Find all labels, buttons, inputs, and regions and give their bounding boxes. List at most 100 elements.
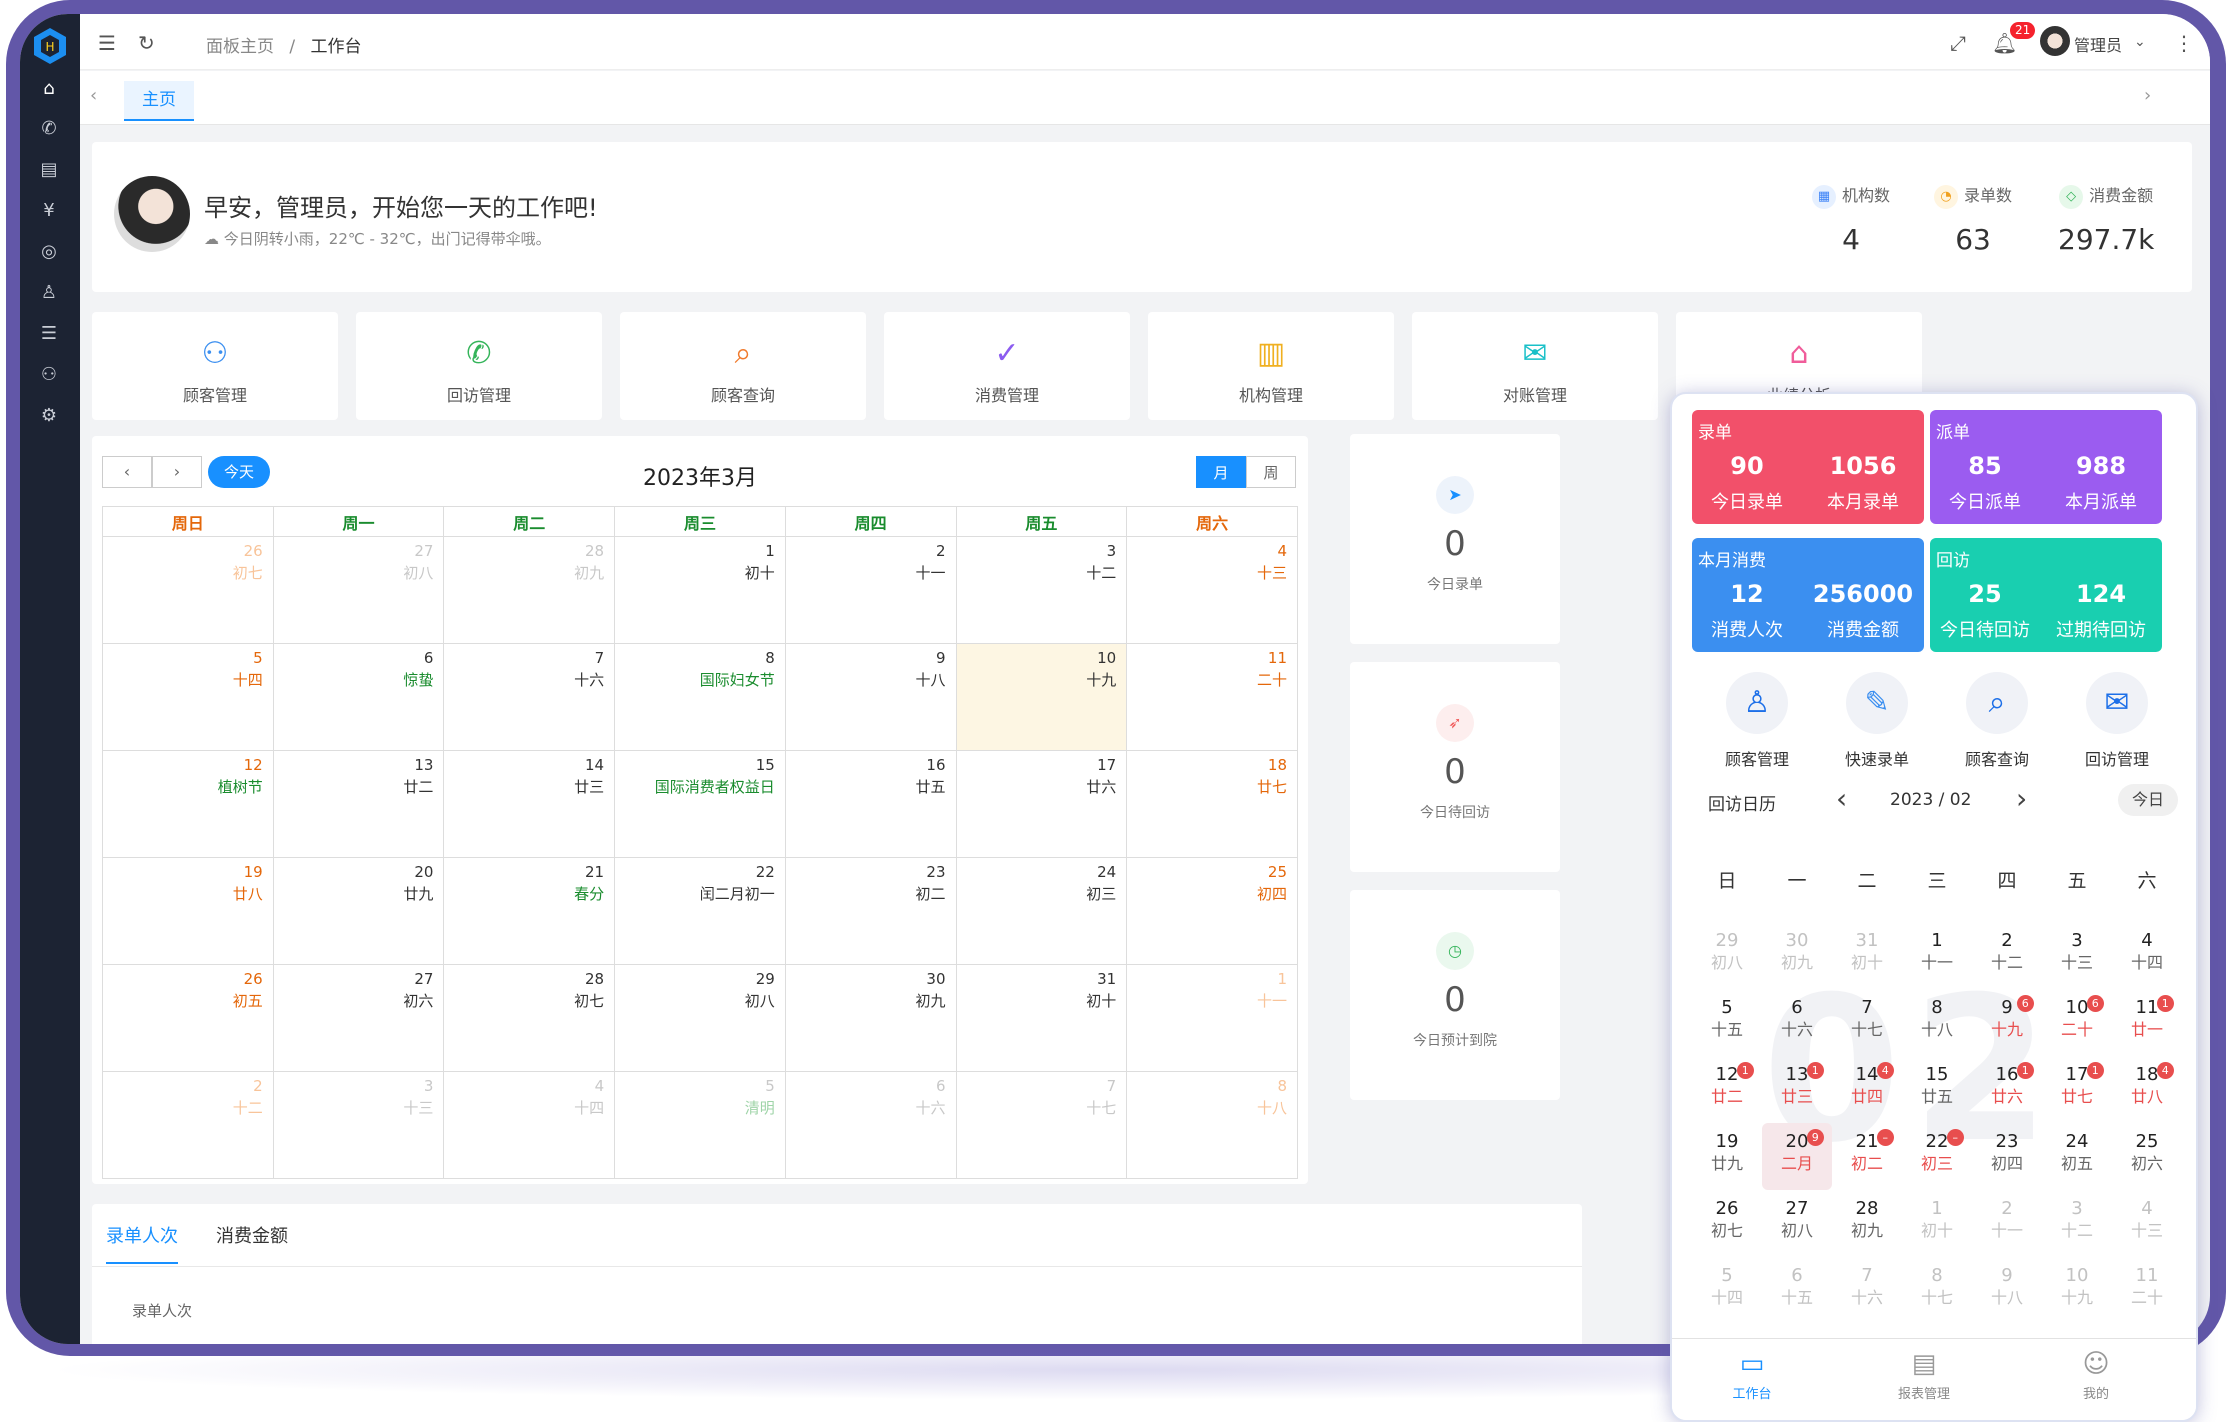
calendar-day-cell[interactable]: 12 植树节 bbox=[102, 750, 274, 858]
calendar-day-cell[interactable]: 19 廿八 bbox=[102, 857, 274, 965]
calendar-day-cell[interactable]: 4 十三 bbox=[1126, 536, 1298, 644]
calendar-day[interactable]: 1 初十 bbox=[1902, 1190, 1972, 1257]
calendar-day[interactable]: 8 十七 bbox=[1902, 1257, 1972, 1324]
calendar-day[interactable]: 5 十四 bbox=[1692, 1257, 1762, 1324]
calendar-day-cell[interactable]: 7 十六 bbox=[443, 643, 616, 751]
quick-org-mgmt[interactable]: ▥ 机构管理 bbox=[1148, 312, 1394, 420]
more-vertical-icon[interactable]: ⋮ bbox=[2174, 31, 2194, 55]
nav-mine[interactable]: ☺ 我的 bbox=[2036, 1349, 2156, 1402]
calendar-day-cell[interactable]: 23 初二 bbox=[784, 857, 957, 965]
fullscreen-icon[interactable]: ⤢ bbox=[1950, 31, 1966, 55]
calendar-day-cell[interactable]: 7 十七 bbox=[955, 1071, 1128, 1179]
quick-reconcile-mgmt[interactable]: ✉ 对账管理 bbox=[1412, 312, 1658, 420]
calendar-day[interactable]: 18 廿八 4 bbox=[2112, 1056, 2182, 1123]
calendar-day-cell[interactable]: 16 廿五 bbox=[784, 750, 957, 858]
quick-customer-search[interactable]: ⌕ 顾客查询 bbox=[620, 312, 866, 420]
calendar-day[interactable]: 8 十八 bbox=[1902, 989, 1972, 1056]
chevron-down-icon[interactable]: ⌄ bbox=[2134, 34, 2146, 50]
calendar-day-cell[interactable]: 2 十二 bbox=[102, 1071, 274, 1179]
calendar-day-cell[interactable]: 3 十三 bbox=[272, 1071, 445, 1179]
calendar-day-cell[interactable]: 2 十一 bbox=[784, 536, 957, 644]
calendar-day-cell[interactable]: 22 闰二月初一 bbox=[614, 857, 786, 965]
stat-tile[interactable]: 回访 25 124 今日待回访 过期待回访 bbox=[1930, 538, 2162, 652]
calendar-day-cell[interactable]: 4 十四 bbox=[443, 1071, 616, 1179]
refresh-icon[interactable]: ↻ bbox=[138, 31, 155, 55]
quick-visit-mgmt[interactable]: ✆ 回访管理 bbox=[356, 312, 602, 420]
calendar-day-cell[interactable]: 6 惊蛰 bbox=[272, 643, 445, 751]
settings-icon[interactable]: ⚙ bbox=[38, 405, 60, 427]
calendar-day-cell[interactable]: 27 初八 bbox=[272, 536, 445, 644]
calendar-day-cell[interactable]: 13 廿二 bbox=[272, 750, 445, 858]
user-avatar[interactable] bbox=[2040, 26, 2070, 56]
tab-order-count[interactable]: 录单人次 bbox=[106, 1222, 178, 1264]
view-month-button[interactable]: 月 bbox=[1196, 456, 1246, 488]
tab-consume-amount[interactable]: 消费金额 bbox=[216, 1222, 288, 1248]
calendar-day-cell[interactable]: 30 初九 bbox=[784, 964, 957, 1072]
calendar-day[interactable]: 29 初八 bbox=[1692, 922, 1762, 989]
calendar-day[interactable]: 20 二月 9 bbox=[1762, 1123, 1832, 1190]
mobile-quick-item[interactable]: ✉ 回访管理 bbox=[2062, 672, 2172, 770]
tab-home[interactable]: 主页 bbox=[124, 81, 194, 121]
calendar-day[interactable]: 7 十七 bbox=[1832, 989, 1902, 1056]
mobile-quick-item[interactable]: ✎ 快速录单 bbox=[1822, 672, 1932, 770]
calendar-day[interactable]: 31 初十 bbox=[1832, 922, 1902, 989]
calendar-day[interactable]: 13 廿三 1 bbox=[1762, 1056, 1832, 1123]
calendar-day[interactable]: 24 初五 bbox=[2042, 1123, 2112, 1190]
calendar-day[interactable]: 28 初九 bbox=[1832, 1190, 1902, 1257]
tabs-left-arrow-icon[interactable]: ‹ bbox=[90, 85, 97, 106]
calendar-day-cell[interactable]: 3 十二 bbox=[955, 536, 1128, 644]
calendar-day-cell[interactable]: 14 廿三 bbox=[443, 750, 616, 858]
calendar-day[interactable]: 11 廿一 1 bbox=[2112, 989, 2182, 1056]
calendar-day-cell[interactable]: 5 清明 bbox=[614, 1071, 786, 1179]
calendar-day[interactable]: 3 十二 bbox=[2042, 1190, 2112, 1257]
calendar-day[interactable]: 14 廿四 4 bbox=[1832, 1056, 1902, 1123]
calendar-day[interactable]: 19 廿九 bbox=[1692, 1123, 1762, 1190]
breadcrumb-home[interactable]: 面板主页 bbox=[206, 37, 274, 57]
menu-fold-icon[interactable]: ☰ bbox=[98, 31, 116, 55]
calendar-day-cell[interactable]: 11 二十 bbox=[1126, 643, 1298, 751]
calendar-day-cell[interactable]: 10 十九 bbox=[955, 643, 1128, 751]
calendar-day-cell[interactable]: 18 廿七 bbox=[1126, 750, 1298, 858]
stat-tile[interactable]: 派单 85 988 今日派单 本月派单 bbox=[1930, 410, 2162, 524]
quick-customer-mgmt[interactable]: ⚇ 顾客管理 bbox=[92, 312, 338, 420]
calendar-day-cell[interactable]: 29 初八 bbox=[614, 964, 786, 1072]
calendar-day-cell[interactable]: 8 国际妇女节 bbox=[614, 643, 786, 751]
quick-consume-mgmt[interactable]: ✓ 消费管理 bbox=[884, 312, 1130, 420]
calendar-day[interactable]: 17 廿七 1 bbox=[2042, 1056, 2112, 1123]
calendar-day[interactable]: 5 十五 bbox=[1692, 989, 1762, 1056]
calendar-day-cell[interactable]: 26 初七 bbox=[102, 536, 274, 644]
calendar-day[interactable]: 11 二十 bbox=[2112, 1257, 2182, 1324]
calendar-day-cell[interactable]: 28 初九 bbox=[443, 536, 616, 644]
calendar-day[interactable]: 4 十三 bbox=[2112, 1190, 2182, 1257]
view-week-button[interactable]: 周 bbox=[1246, 456, 1296, 488]
calendar-day[interactable]: 9 十八 bbox=[1972, 1257, 2042, 1324]
calendar-day-cell[interactable]: 8 十八 bbox=[1126, 1071, 1298, 1179]
calendar-day[interactable]: 27 初八 bbox=[1762, 1190, 1832, 1257]
calendar-day[interactable]: 4 十四 bbox=[2112, 922, 2182, 989]
calendar-day[interactable]: 2 十一 bbox=[1972, 1190, 2042, 1257]
document-icon[interactable]: ▤ bbox=[38, 159, 60, 181]
calendar-day-cell[interactable]: 26 初五 bbox=[102, 964, 274, 1072]
nav-workbench[interactable]: ▭ 工作台 bbox=[1692, 1349, 1812, 1402]
calendar-day[interactable]: 3 十三 bbox=[2042, 922, 2112, 989]
calendar-day[interactable]: 15 廿五 bbox=[1902, 1056, 1972, 1123]
calendar-day[interactable]: 22 初三 – bbox=[1902, 1123, 1972, 1190]
calendar-day[interactable]: 10 二十 6 bbox=[2042, 989, 2112, 1056]
calendar-day[interactable]: 26 初七 bbox=[1692, 1190, 1762, 1257]
stat-tile[interactable]: 录单 90 1056 今日录单 本月录单 bbox=[1692, 410, 1924, 524]
tabs-right-arrow-icon[interactable]: › bbox=[2144, 85, 2151, 106]
user-name[interactable]: 管理员 bbox=[2074, 32, 2122, 56]
calendar-day-cell[interactable]: 15 国际消费者权益日 bbox=[614, 750, 786, 858]
target-icon[interactable]: ◎ bbox=[38, 241, 60, 263]
yen-icon[interactable]: ¥ bbox=[38, 200, 60, 222]
home-icon[interactable]: ⌂ bbox=[38, 78, 60, 100]
calendar-day-cell[interactable]: 31 初十 bbox=[955, 964, 1128, 1072]
user-icon[interactable]: ♙ bbox=[38, 282, 60, 304]
calendar-day-cell[interactable]: 28 初七 bbox=[443, 964, 616, 1072]
calendar-day[interactable]: 25 初六 bbox=[2112, 1123, 2182, 1190]
calendar-day[interactable]: 6 十五 bbox=[1762, 1257, 1832, 1324]
next-month-icon[interactable]: › bbox=[2016, 782, 2027, 815]
mobile-quick-item[interactable]: ♙ 顾客管理 bbox=[1702, 672, 1812, 770]
calendar-day-cell[interactable]: 25 初四 bbox=[1126, 857, 1298, 965]
calendar-day-cell[interactable]: 27 初六 bbox=[272, 964, 445, 1072]
